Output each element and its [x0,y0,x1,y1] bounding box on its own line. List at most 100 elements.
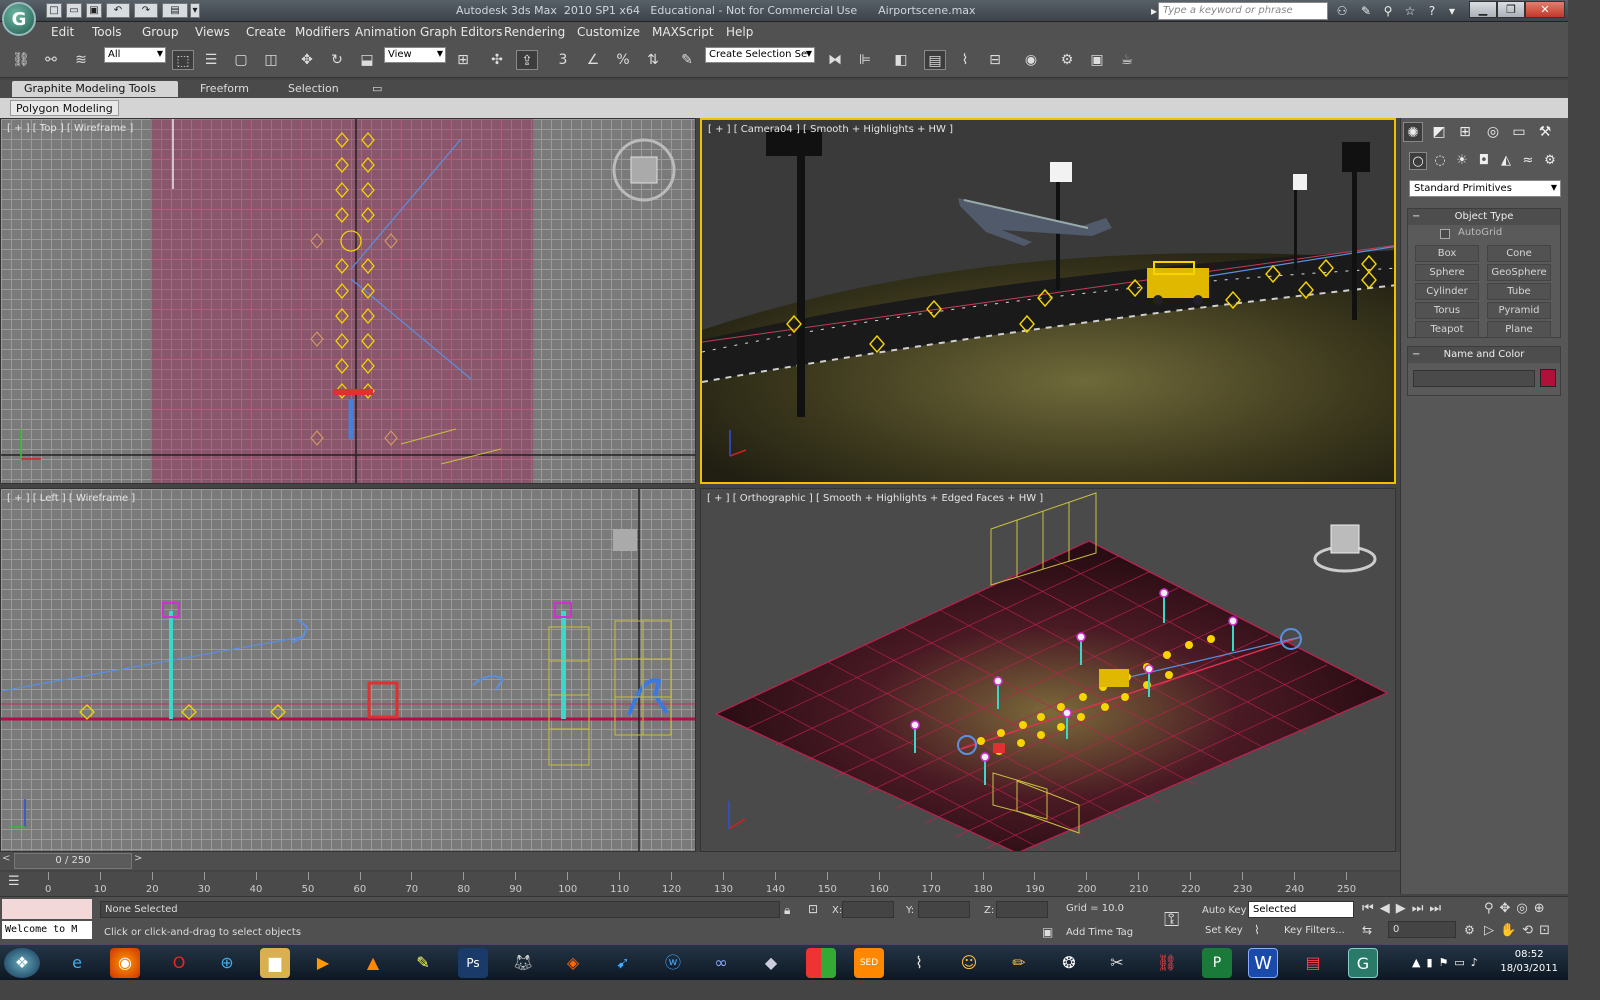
edit-named-selection-icon[interactable]: ✎ [676,50,698,70]
firefox-icon[interactable]: ◉ [110,948,140,978]
name-color-header[interactable]: − Name and Color [1408,347,1560,363]
material-editor-icon[interactable]: ◉ [1020,50,1042,70]
time-slider-knob[interactable]: 0 / 250 [14,853,132,869]
internet-explorer-icon[interactable]: e [62,948,92,978]
viewport-navigation-controls-2[interactable]: ▷✋⟲⊡ [1484,923,1556,938]
hierarchy-tab-icon[interactable]: ⊞ [1455,122,1475,142]
snaps-toggle-icon[interactable]: 3 [552,50,574,70]
systems-icon[interactable]: ⚙ [1541,152,1559,170]
helpers-icon[interactable]: ◭ [1497,152,1515,170]
menu-tools[interactable]: Tools [92,25,122,39]
object-type-header[interactable]: − Object Type [1408,209,1560,225]
app-icon-sed[interactable]: SED [854,948,884,978]
playback-controls[interactable]: ⏮◀▶⏭⏭ [1362,901,1447,916]
box-button[interactable]: Box [1415,245,1479,262]
close-button[interactable]: ✕ [1525,1,1565,18]
geometry-icon[interactable]: ○ [1409,152,1427,170]
app-icon-graph[interactable]: ⌇ [904,948,934,978]
select-by-name-icon[interactable]: ☰ [200,50,222,70]
app-icon-blue-bird[interactable]: ➹ [608,948,638,978]
quick-access-dropdown-icon[interactable]: ▾ [190,3,200,18]
maxscript-listener-top[interactable] [2,899,92,919]
quick-render-teapot-icon[interactable]: ☕ [1116,50,1138,70]
cone-button[interactable]: Cone [1487,245,1551,262]
mini-curve-editor-icon[interactable]: ☰ [8,874,32,894]
curve-editor-icon[interactable]: ⌇ [954,50,976,70]
app-icon-document[interactable]: ▤ [1298,948,1328,978]
menu-help[interactable]: Help [726,25,753,39]
window-crossing-icon[interactable]: ◫ [260,50,282,70]
ortho-viewport-label[interactable]: [ + ] [ Orthographic ] [ Smooth + Highli… [707,493,1043,504]
create-tab-icon[interactable]: ✺ [1403,122,1423,142]
time-tag-icon[interactable]: ▣ [1042,925,1053,939]
reference-coordinate-dropdown[interactable]: View [384,47,446,63]
align-icon[interactable]: ⊫ [854,50,876,70]
taskbar-clock[interactable]: 08:52 18/03/2011 [1500,948,1558,976]
menu-views[interactable]: Views [195,25,230,39]
open-file-icon[interactable]: ▭ [66,3,82,18]
communication-icon[interactable]: ⚲ [1380,3,1396,19]
named-selection-set-dropdown[interactable]: Create Selection Se [705,47,815,63]
set-key-key-icon[interactable]: ⚿ [1164,907,1179,931]
menu-modifiers[interactable]: Modifiers [295,25,350,39]
application-menu-button[interactable]: G [2,2,36,36]
vlc-icon[interactable]: ▲ [358,948,388,978]
shapes-icon[interactable]: ◌ [1431,152,1449,170]
photoshop-icon[interactable]: Ps [458,948,488,978]
motion-tab-icon[interactable]: ◎ [1483,122,1503,142]
viewport-left[interactable]: [ + ] [ Left ] [ Wireframe ] [0,488,696,852]
menu-rendering[interactable]: Rendering [504,25,565,39]
unlink-icon[interactable]: ⚯ [40,50,62,70]
tab-graphite-modeling-tools[interactable]: Graphite Modeling Tools [12,81,178,97]
time-slider[interactable]: < 0 / 250 > [0,852,1400,870]
selection-lock-icon[interactable]: 🔒︎ [784,903,790,918]
publisher-icon[interactable]: P [1202,948,1232,978]
auto-key-button[interactable]: Auto Key [1202,905,1247,916]
select-and-link-icon[interactable]: ⛓ [10,50,32,70]
3dsmax-taskbar-icon[interactable]: G [1348,948,1378,978]
gimp-icon[interactable]: 🦊︎ [508,948,538,978]
select-and-rotate-icon[interactable]: ↻ [326,50,348,70]
autogrid-checkbox[interactable] [1440,229,1450,239]
manipulate-icon[interactable]: ✣ [486,50,508,70]
keyboard-shortcut-override-icon[interactable]: ⇪ [516,50,538,70]
torus-button[interactable]: Torus [1415,302,1479,319]
tube-button[interactable]: Tube [1487,283,1551,300]
absolute-mode-icon[interactable]: ⊡ [808,902,818,916]
subscription-icon[interactable]: ✎ [1358,3,1374,19]
time-slider-prev-icon[interactable]: < [2,853,12,869]
angle-snap-icon[interactable]: ∠ [582,50,604,70]
z-coord-field[interactable] [996,901,1048,918]
cameras-icon[interactable]: ◘ [1475,152,1493,170]
app-icon-scratch[interactable]: ☺ [954,948,984,978]
track-bar[interactable]: ☰ 0 10 20 30 40 50 60 70 80 90 100 110 120 130 140 150 1… [0,872,1400,896]
minimize-button[interactable]: ▁ [1469,1,1497,18]
new-file-icon[interactable]: □ [46,3,62,18]
graphite-toggle-icon[interactable]: ▤ [924,50,946,70]
help-icon[interactable]: ? [1424,3,1440,19]
selection-filter-dropdown[interactable]: All [104,47,166,63]
percent-snap-icon[interactable]: % [612,50,634,70]
key-filters-button[interactable]: Key Filters... [1284,925,1345,936]
system-tray-icons[interactable]: ▲▮⚑▭♪ [1412,956,1484,969]
select-and-move-icon[interactable]: ✥ [296,50,318,70]
safari-icon[interactable]: ⊕ [212,948,242,978]
paint-icon[interactable]: ✎ [408,948,438,978]
plane-button[interactable]: Plane [1487,321,1551,338]
save-icon[interactable]: ▣ [86,3,102,18]
tab-freeform[interactable]: Freeform [188,81,261,97]
layer-manager-icon[interactable]: ◧ [890,50,912,70]
render-setup-icon[interactable]: ⚙ [1056,50,1078,70]
app-icon-windows-flag[interactable] [806,948,836,978]
app-icon-pencil[interactable]: ✏ [1004,948,1034,978]
media-player-icon[interactable]: ▶ [308,948,338,978]
app-icon-bubble[interactable]: ❂ [1054,948,1084,978]
object-color-swatch[interactable] [1540,369,1556,387]
rendered-frame-window-icon[interactable]: ▣ [1086,50,1108,70]
add-time-tag[interactable]: Add Time Tag [1066,927,1133,938]
utilities-tab-icon[interactable]: ⚒ [1535,122,1555,142]
time-slider-next-icon[interactable]: > [134,853,144,869]
cylinder-button[interactable]: Cylinder [1415,283,1479,300]
ribbon-options-icon[interactable]: ▭ [366,81,388,97]
camera-viewport-label[interactable]: [ + ] [ Camera04 ] [ Smooth + Highlights… [708,124,953,135]
